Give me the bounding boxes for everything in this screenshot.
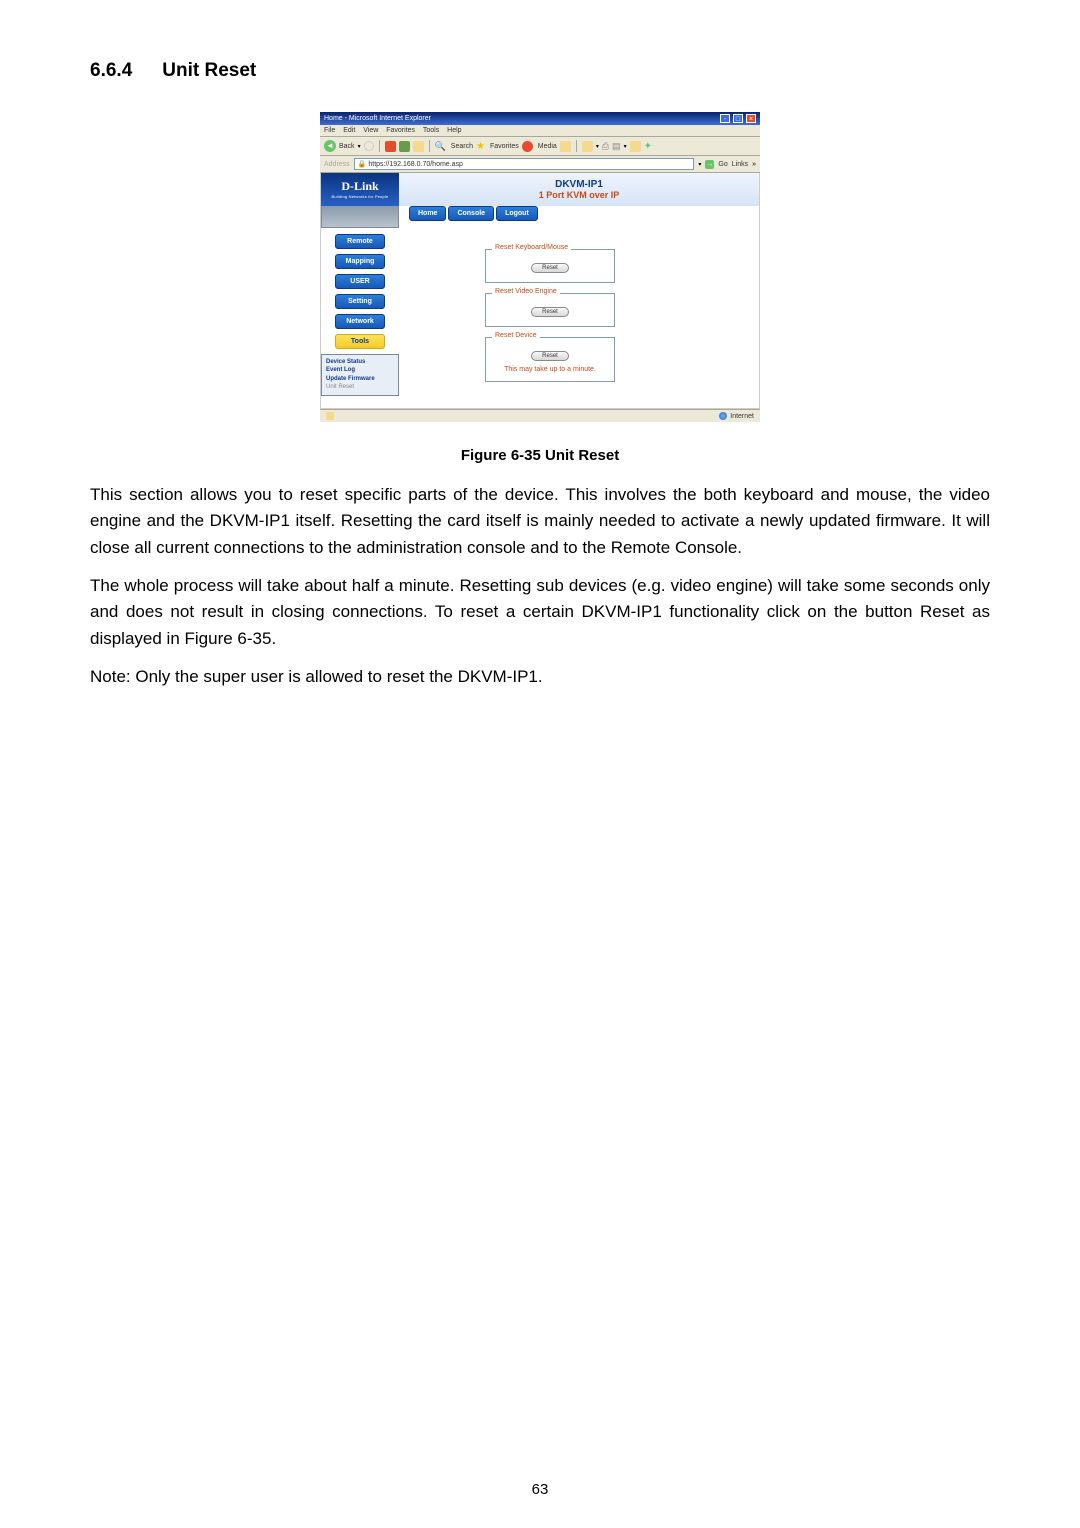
search-icon[interactable]: 🔍 (435, 141, 446, 152)
dlink-page-content: D-Link Building Networks for People DKVM… (320, 173, 760, 409)
reset-kb-mouse-legend: Reset Keyboard/Mouse (492, 244, 571, 251)
favorites-star-icon[interactable]: ★ (476, 141, 485, 152)
close-icon[interactable]: × (746, 114, 756, 123)
submenu-event-log[interactable]: Event Log (326, 366, 394, 374)
reset-video-legend: Reset Video Engine (492, 288, 560, 295)
main-panel: Home Console Logout Reset Keyboard/Mouse… (405, 206, 759, 402)
mail-icon[interactable] (582, 141, 593, 152)
brand-tagline: Building Networks for People (327, 194, 393, 199)
ie-toolbar: ◄ Back ▾ 🔍 Search ★ Favorites Media ▾ ⎙ … (320, 137, 760, 156)
ie-window-controls: - □ × (719, 114, 756, 123)
product-description: 1 Port KVM over IP (405, 190, 753, 200)
section-title-text: Unit Reset (162, 60, 256, 81)
menu-view[interactable]: View (363, 127, 378, 134)
dlink-tabs: Home Console Logout (405, 206, 759, 221)
separator-icon (429, 140, 430, 152)
sidebar-mapping-button[interactable]: Mapping (335, 254, 385, 269)
go-icon[interactable]: → (705, 160, 714, 169)
refresh-icon[interactable] (399, 141, 410, 152)
edit-icon[interactable]: ▤ (612, 141, 621, 152)
reset-video-engine-group: Reset Video Engine Reset (485, 293, 615, 327)
links-label[interactable]: Links (732, 161, 748, 168)
submenu-unit-reset[interactable]: Unit Reset (326, 383, 394, 391)
forward-icon[interactable] (364, 141, 374, 151)
status-done-icon (326, 412, 334, 420)
favorites-label: Favorites (490, 143, 519, 150)
dlink-logo: D-Link Building Networks for People (321, 173, 399, 206)
address-label: Address (324, 161, 350, 168)
menu-help[interactable]: Help (447, 127, 461, 134)
search-label: Search (451, 143, 473, 150)
status-zone: Internet (719, 412, 754, 420)
menu-favorites[interactable]: Favorites (386, 127, 415, 134)
ie-window-title: Home - Microsoft Internet Explorer (324, 115, 431, 122)
print-icon[interactable]: ⎙ (602, 141, 609, 152)
section-heading: 6.6.4 Unit Reset (90, 60, 990, 82)
reset-device-note: This may take up to a minute. (496, 366, 604, 373)
discuss-icon[interactable] (630, 141, 641, 152)
paragraph-2: The whole process will take about half a… (90, 573, 990, 652)
links-expand-icon[interactable]: » (752, 161, 756, 168)
ie-title-bar: Home - Microsoft Internet Explorer - □ × (320, 112, 760, 125)
history-icon[interactable] (560, 141, 571, 152)
address-input[interactable]: 🔒 https://192.168.0.70/home.asp (354, 158, 695, 170)
media-icon[interactable] (522, 141, 533, 152)
reset-keyboard-mouse-group: Reset Keyboard/Mouse Reset (485, 249, 615, 283)
menu-tools[interactable]: Tools (423, 127, 439, 134)
separator-icon (379, 140, 380, 152)
back-dropdown-icon[interactable]: ▾ (358, 143, 361, 150)
edit-dropdown-icon[interactable]: ▾ (624, 143, 627, 150)
sidebar-tools-button[interactable]: Tools (335, 334, 385, 349)
submenu-update-firmware[interactable]: Update Firmware (326, 375, 394, 383)
submenu-device-status[interactable]: Device Status (326, 358, 394, 366)
back-icon[interactable]: ◄ (324, 140, 336, 152)
separator-icon (576, 140, 577, 152)
screenshot-ie-window: Home - Microsoft Internet Explorer - □ ×… (320, 112, 760, 422)
sidebar-network-button[interactable]: Network (335, 314, 385, 329)
media-label: Media (538, 143, 557, 150)
ie-menu-bar: File Edit View Favorites Tools Help (320, 125, 760, 137)
paragraph-1: This section allows you to reset specifi… (90, 482, 990, 561)
back-label: Back (339, 143, 355, 150)
sidebar-remote-button[interactable]: Remote (335, 234, 385, 249)
tab-home[interactable]: Home (409, 206, 446, 221)
paragraph-3: Note: Only the super user is allowed to … (90, 664, 990, 690)
mail-dropdown-icon[interactable]: ▾ (596, 143, 599, 150)
dlink-body: Remote Mapping USER Setting Network Tool… (321, 206, 759, 408)
stop-icon[interactable] (385, 141, 396, 152)
reset-device-button[interactable]: Reset (531, 351, 569, 361)
maximize-icon[interactable]: □ (733, 114, 743, 123)
sidebar-tools-submenu: Device Status Event Log Update Firmware … (321, 354, 399, 396)
page-number: 63 (0, 1481, 1080, 1498)
reset-content: Reset Keyboard/Mouse Reset Reset Video E… (405, 221, 759, 402)
product-name: DKVM-IP1 (405, 179, 753, 190)
figure-caption: Figure 6-35 Unit Reset (90, 447, 990, 464)
messenger-icon[interactable]: ✦ (644, 141, 652, 152)
brand-text: D-Link (327, 179, 393, 194)
sidebar: Remote Mapping USER Setting Network Tool… (321, 206, 399, 402)
sidebar-product-image (321, 206, 399, 228)
section-number: 6.6.4 (90, 60, 132, 81)
dlink-header: D-Link Building Networks for People DKVM… (321, 173, 759, 206)
reset-device-group: Reset Device Reset This may take up to a… (485, 337, 615, 382)
menu-file[interactable]: File (324, 127, 335, 134)
sidebar-user-button[interactable]: USER (335, 274, 385, 289)
home-icon[interactable] (413, 141, 424, 152)
go-label: Go (718, 161, 727, 168)
tab-console[interactable]: Console (448, 206, 494, 221)
minimize-icon[interactable]: - (720, 114, 730, 123)
reset-video-button[interactable]: Reset (531, 307, 569, 317)
globe-icon (719, 412, 727, 420)
zone-label: Internet (730, 413, 754, 420)
ie-status-bar: Internet (320, 409, 760, 422)
product-banner: DKVM-IP1 1 Port KVM over IP (399, 173, 759, 206)
menu-edit[interactable]: Edit (343, 127, 355, 134)
address-dropdown-icon[interactable]: ▾ (698, 161, 701, 168)
tab-logout[interactable]: Logout (496, 206, 538, 221)
reset-kb-mouse-button[interactable]: Reset (531, 263, 569, 273)
ie-address-bar: Address 🔒 https://192.168.0.70/home.asp … (320, 156, 760, 173)
sidebar-setting-button[interactable]: Setting (335, 294, 385, 309)
reset-device-legend: Reset Device (492, 332, 540, 339)
